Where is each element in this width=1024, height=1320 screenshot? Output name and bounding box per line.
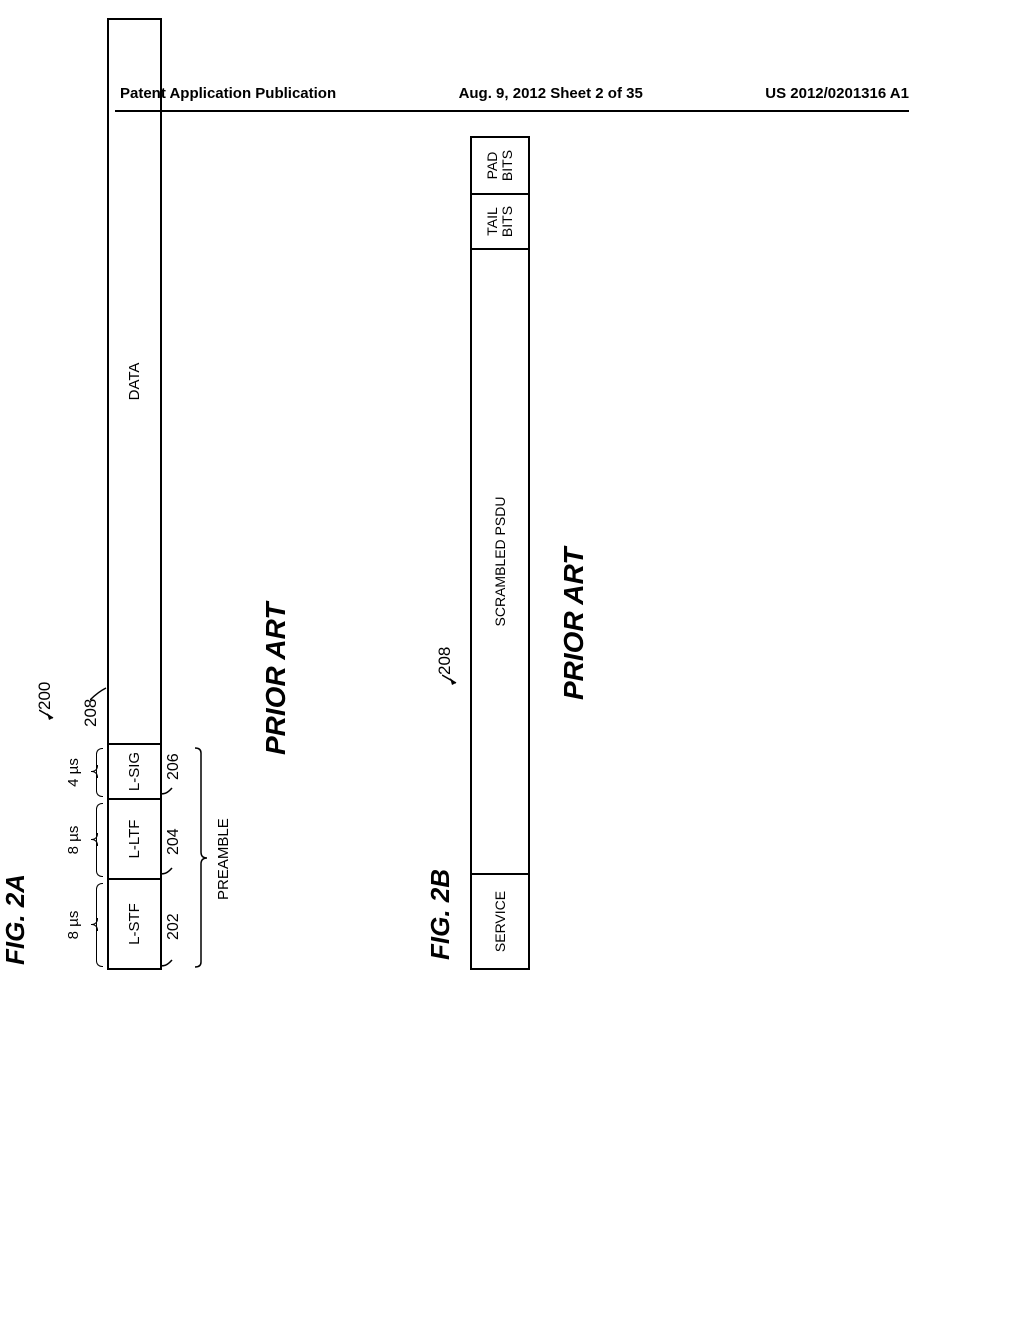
prior-art-2b-label: PRIOR ART [558, 548, 590, 700]
timing-4us: 4 µs [65, 745, 82, 800]
field-psdu: SCRAMBLED PSDU [472, 248, 528, 873]
figure-container: FIG. 2A 200 8 µs 8 µs 4 µs 208 L-STF L-L… [0, 285, 1024, 1055]
fig-2b-title: FIG. 2B [425, 869, 456, 960]
ref-204-leader [160, 863, 175, 878]
ref-206-label: 206 [165, 753, 183, 780]
field-pad: PAD BITS [472, 138, 528, 193]
ref-204-label: 204 [165, 828, 183, 855]
timing-labels: 8 µs 8 µs 4 µs [65, 745, 82, 970]
preamble-label: PREAMBLE [215, 818, 232, 900]
prior-art-2a-label: PRIOR ART [260, 603, 292, 755]
ref-200-arrow [39, 700, 59, 720]
frame-2b: SERVICE SCRAMBLED PSDU TAIL BITS PAD BIT… [470, 136, 530, 970]
header-center: Aug. 9, 2012 Sheet 2 of 35 [459, 85, 643, 102]
ref-202-label: 202 [165, 913, 183, 940]
frame-2a: L-STF L-LTF L-SIG DATA [107, 18, 162, 970]
field-data: DATA [109, 20, 160, 743]
top-braces [87, 745, 102, 970]
ref-208b-arrow [442, 665, 462, 685]
field-lltf: L-LTF [109, 798, 160, 878]
ref-202-leader [160, 955, 175, 970]
fig-2a-title: FIG. 2A [0, 874, 31, 965]
field-lstf: L-STF [109, 878, 160, 968]
preamble-brace [193, 745, 211, 970]
ref-206-leader [160, 783, 175, 798]
header-right: US 2012/0201316 A1 [765, 85, 909, 102]
field-service: SERVICE [472, 873, 528, 968]
field-lsig: L-SIG [109, 743, 160, 798]
timing-8us-2: 8 µs [65, 800, 82, 880]
header-divider [115, 110, 909, 112]
field-tail: TAIL BITS [472, 193, 528, 248]
timing-8us-1: 8 µs [65, 880, 82, 970]
